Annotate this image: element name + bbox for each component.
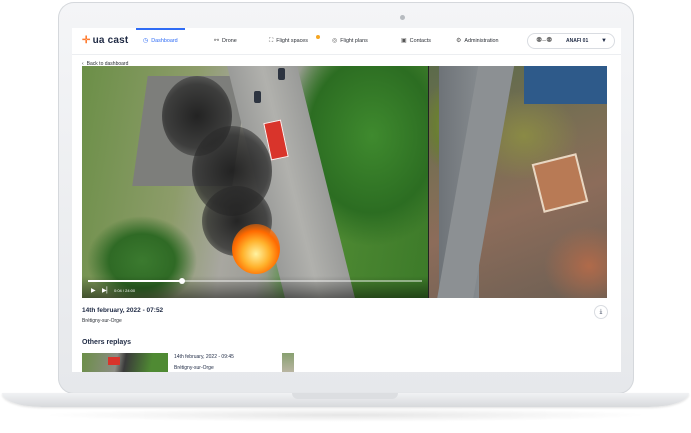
skip-forward-icon[interactable]: ▶▏ bbox=[102, 287, 111, 294]
flight-plans-icon: ◎ bbox=[332, 38, 338, 44]
nav-item-flight-plans[interactable]: ◎ Flight plans bbox=[332, 28, 368, 54]
brand-logo[interactable]: ✛ ua cast bbox=[82, 35, 128, 46]
replay-date: 14th february, 2022 - 07:52 bbox=[82, 307, 164, 314]
contacts-icon: ▣ bbox=[401, 38, 407, 44]
chevron-down-icon: ▼ bbox=[601, 38, 607, 44]
nav-item-label: Flight plans bbox=[340, 38, 368, 44]
video-progress-handle[interactable] bbox=[178, 278, 185, 284]
city-square bbox=[531, 153, 589, 213]
nav-item-label: Drone bbox=[222, 38, 237, 44]
brand-name: ua cast bbox=[92, 35, 129, 46]
notification-dot bbox=[316, 35, 320, 39]
frame-divider bbox=[428, 66, 429, 298]
nav-item-label: Administration bbox=[464, 38, 499, 44]
replay-thumbnail[interactable] bbox=[82, 353, 168, 372]
download-icon: ⤓ bbox=[599, 309, 603, 315]
replay-item-location: Brétigny-sur-Orge bbox=[174, 365, 214, 371]
dashboard-icon: ◷ bbox=[143, 38, 149, 44]
others-replays-heading: Others replays bbox=[82, 339, 132, 346]
device-selector[interactable]: ⚉–⚉ ANAFI 01 ▼ bbox=[527, 33, 615, 49]
app-screen: ✛ ua cast ◷ Dashboard ⚯ Drone ⛶ Flight space… bbox=[72, 28, 621, 372]
avenue bbox=[434, 66, 516, 298]
replay-item-date[interactable]: 14th february, 2022 - 09:45 bbox=[174, 354, 234, 360]
video-player[interactable]: ▶ ▶▏ 0:04 / 24:00 bbox=[82, 66, 607, 298]
nav-item-administration[interactable]: ⚙ Administration bbox=[456, 28, 499, 54]
gear-icon: ⚙ bbox=[456, 38, 462, 44]
nav-item-label: Contacts bbox=[409, 38, 431, 44]
video-progress-fill bbox=[88, 280, 182, 282]
fire-truck bbox=[108, 357, 120, 365]
download-button[interactable]: ⤓ bbox=[594, 305, 608, 319]
nav-item-label: Flight spaces bbox=[276, 38, 308, 44]
drone-video-frame-secondary bbox=[429, 66, 607, 298]
play-icon[interactable]: ▶ bbox=[91, 287, 96, 294]
flight-spaces-icon: ⛶ bbox=[269, 38, 274, 44]
device-name: ANAFI 01 bbox=[566, 38, 589, 44]
drone-thumbnail-icon: ⚉–⚉ bbox=[536, 37, 553, 44]
car bbox=[278, 68, 285, 80]
replay-location: Brétigny-sur-Orge bbox=[82, 318, 122, 324]
video-controls: ▶ ▶▏ 0:04 / 24:00 bbox=[82, 276, 428, 298]
fire bbox=[232, 224, 280, 274]
video-time: 0:04 / 24:00 bbox=[114, 288, 136, 293]
drone-video-frame bbox=[82, 66, 428, 298]
video-progress-bar[interactable] bbox=[88, 278, 422, 284]
top-nav: ✛ ua cast ◷ Dashboard ⚯ Drone ⛶ Flight space… bbox=[72, 28, 621, 55]
nav-item-flight-spaces[interactable]: ⛶ Flight spaces bbox=[269, 28, 308, 54]
nav-item-contacts[interactable]: ▣ Contacts bbox=[401, 28, 431, 54]
nav-item-label: Dashboard bbox=[151, 38, 178, 44]
laptop-shadow bbox=[40, 408, 651, 422]
car bbox=[254, 91, 261, 103]
replay-thumbnail[interactable] bbox=[282, 353, 294, 372]
harbor-water bbox=[524, 66, 607, 104]
nav-item-drone[interactable]: ⚯ Drone bbox=[214, 28, 237, 54]
brand-mark-icon: ✛ bbox=[82, 35, 91, 46]
drone-icon: ⚯ bbox=[214, 38, 220, 44]
webcam bbox=[400, 15, 405, 20]
laptop-notch bbox=[292, 393, 398, 399]
nav-item-dashboard[interactable]: ◷ Dashboard bbox=[136, 28, 185, 54]
